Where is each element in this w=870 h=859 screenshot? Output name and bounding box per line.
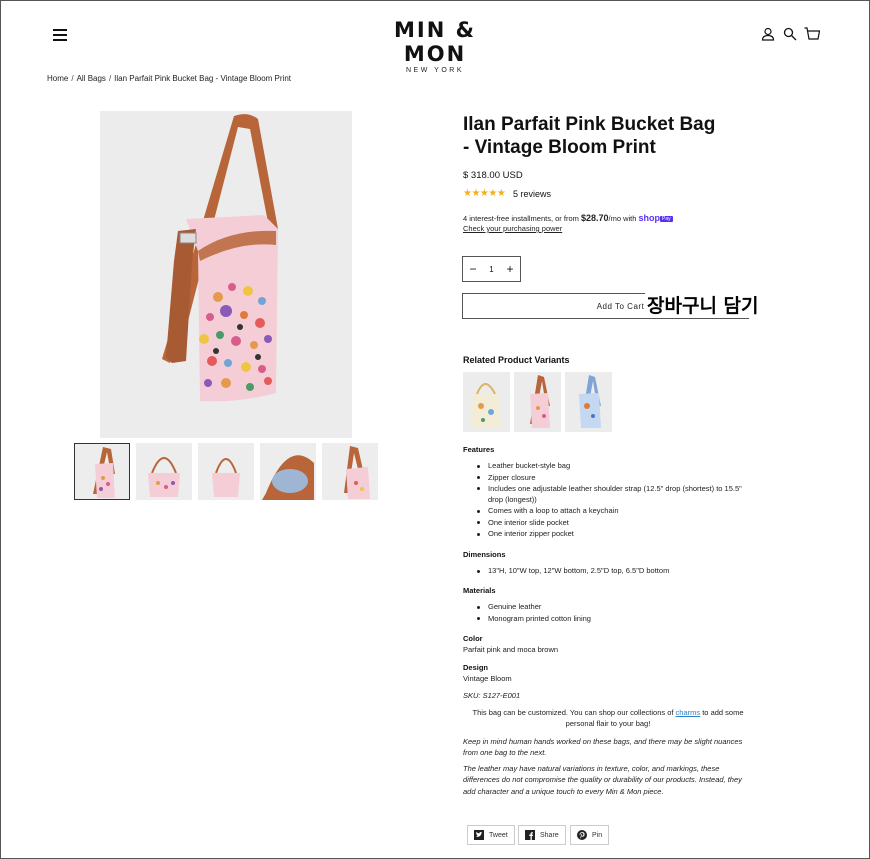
facebook-icon: [525, 830, 535, 840]
feature-item: Comes with a loop to attach a keychain: [463, 505, 753, 516]
pinterest-icon: [577, 830, 587, 840]
charms-link[interactable]: charms: [676, 708, 701, 717]
brand-logo[interactable]: MIN & MON NEW YORK: [360, 18, 510, 74]
breadcrumb-current: Ilan Parfait Pink Bucket Bag - Vintage B…: [114, 74, 292, 83]
shop-pay-badge: Pay: [660, 216, 673, 222]
rating-stars-icon[interactable]: ★★★★★: [463, 188, 506, 199]
dimensions-section: Dimensions 13"H, 10"W top, 12"W bottom, …: [463, 549, 753, 577]
quantity-value[interactable]: 1: [489, 265, 493, 274]
features-list: Leather bucket-style bag Zipper closure …: [463, 460, 753, 539]
share-label: Share: [540, 831, 559, 839]
thumbnail-3[interactable]: [198, 443, 254, 500]
main-product-image[interactable]: [100, 111, 352, 438]
dimensions-heading: Dimensions: [463, 550, 506, 559]
feature-item: One interior zipper pocket: [463, 528, 753, 539]
logo-main-text: MIN & MON: [394, 18, 476, 66]
twitter-icon: [474, 830, 484, 840]
material-item: Genuine leather: [463, 601, 753, 612]
installments-info: 4 interest-free installments, or from $2…: [463, 213, 673, 223]
facebook-share-button[interactable]: Share: [518, 825, 566, 845]
user-icon[interactable]: [761, 27, 777, 43]
variant-thumbnail-1[interactable]: [463, 372, 510, 432]
thumbnail-1[interactable]: [74, 443, 130, 500]
material-item: Monogram printed cotton lining: [463, 613, 753, 624]
hamburger-menu-icon[interactable]: [53, 29, 67, 41]
installments-suffix: /mo with: [608, 214, 639, 223]
product-title: Ilan Parfait Pink Bucket Bag - Vintage B…: [463, 114, 716, 158]
materials-heading: Materials: [463, 586, 496, 595]
color-section: Color Parfait pink and moca brown: [463, 633, 753, 656]
color-heading: Color: [463, 634, 483, 643]
thumbnail-2[interactable]: [136, 443, 192, 500]
feature-item: Leather bucket-style bag: [463, 460, 753, 471]
breadcrumb-home[interactable]: Home: [47, 74, 68, 83]
installments-amount: $28.70: [580, 213, 609, 223]
materials-section: Materials Genuine leather Monogram print…: [463, 585, 753, 624]
thumbnail-4[interactable]: [260, 443, 316, 500]
design-section: Design Vintage Bloom: [463, 662, 753, 685]
customize-note: This bag can be customized. You can shop…: [463, 707, 753, 730]
tweet-button[interactable]: Tweet: [467, 825, 515, 845]
dimensions-item: 13"H, 10"W top, 12"W bottom, 2.5"D top, …: [463, 565, 753, 576]
pinterest-button[interactable]: Pin: [570, 825, 610, 845]
variant-thumbnail-2[interactable]: [514, 372, 561, 432]
breadcrumb: Home / All Bags / Ilan Parfait Pink Bucket B…: [47, 74, 292, 83]
feature-item: Includes one adjustable leather shoulder…: [463, 483, 753, 506]
design-value: Vintage Bloom: [463, 674, 512, 684]
color-value: Parfait pink and moca brown: [463, 645, 559, 655]
design-heading: Design: [463, 663, 489, 672]
leather-note: The leather may have natural variations …: [463, 764, 742, 796]
features-heading: Features: [463, 445, 495, 454]
check-purchasing-power-link[interactable]: Check your purchasing power: [463, 224, 562, 233]
shop-pay-logo: shop: [638, 213, 661, 223]
customize-prefix: This bag can be customized. You can shop…: [472, 708, 676, 717]
quantity-decrease-button[interactable]: −: [467, 263, 479, 275]
reviews-link[interactable]: 5 reviews: [513, 189, 551, 199]
installments-prefix: 4 interest-free installments, or from: [463, 214, 581, 223]
related-variants-heading: Related Product Variants: [463, 355, 570, 365]
tweet-label: Tweet: [489, 831, 508, 839]
cart-icon[interactable]: [804, 27, 821, 43]
variant-thumbnail-3[interactable]: [565, 372, 612, 432]
thumbnail-5[interactable]: [322, 443, 378, 500]
handmade-note: Keep in mind human hands worked on these…: [463, 737, 743, 758]
korean-annotation-label: 장바구니 담기: [645, 291, 761, 318]
breadcrumb-all-bags[interactable]: All Bags: [77, 74, 106, 83]
quantity-increase-button[interactable]: +: [504, 263, 516, 275]
feature-item: Zipper closure: [463, 472, 753, 483]
features-section: Features Leather bucket-style bag Zipper…: [463, 444, 753, 539]
pin-label: Pin: [592, 831, 603, 839]
quantity-stepper: − 1 +: [462, 256, 521, 282]
feature-item: One interior slide pocket: [463, 517, 753, 528]
logo-sub-text: NEW YORK: [406, 67, 464, 74]
search-icon[interactable]: [783, 27, 799, 43]
sku-text: SKU: S127-E001: [463, 691, 521, 700]
product-price: $ 318.00 USD: [463, 170, 523, 181]
